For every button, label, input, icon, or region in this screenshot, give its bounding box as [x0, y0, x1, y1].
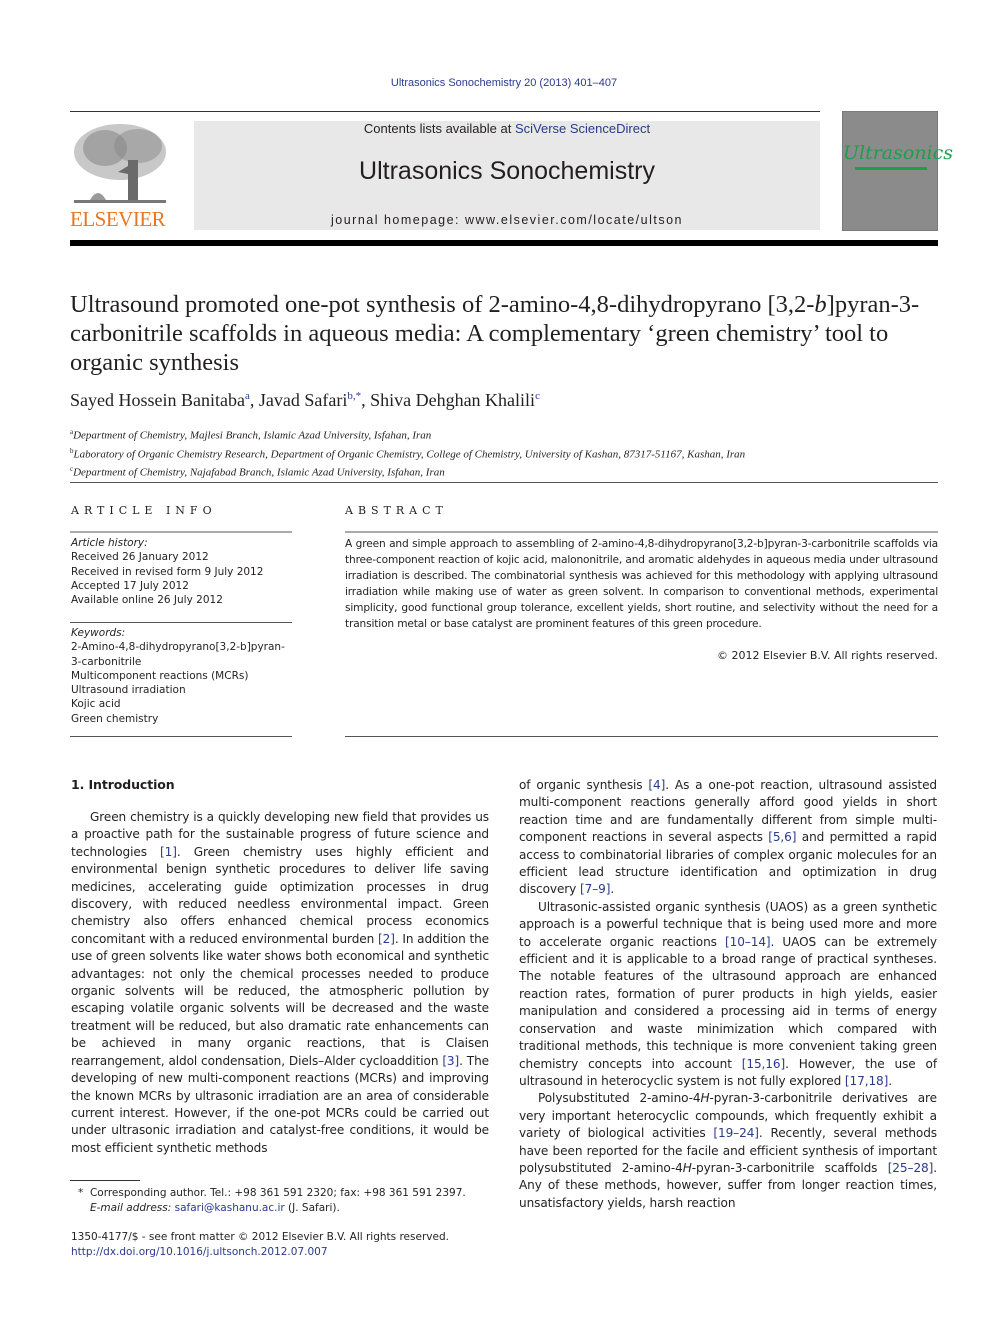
keyword: 2-Amino-4,8-dihydropyrano[3,2-b]pyran-3-…	[71, 641, 285, 668]
history-label: Article history:	[71, 537, 148, 549]
reference-link[interactable]: [2]	[378, 932, 395, 946]
email-link[interactable]: safari@kashanu.ac.ir	[175, 1202, 285, 1214]
page-footer: 1350-4177/$ - see front matter © 2012 El…	[71, 1230, 501, 1259]
section-heading: 1. Introduction	[71, 777, 175, 792]
abstract-text: A green and simple approach to assemblin…	[345, 538, 938, 630]
paragraph: Polysubstituted 2-amino-4H-pyran-3-carbo…	[519, 1090, 937, 1212]
abstract-copyright: © 2012 Elsevier B.V. All rights reserved…	[716, 649, 938, 662]
doi-link[interactable]: http://dx.doi.org/10.1016/j.ultsonch.201…	[71, 1246, 328, 1258]
text-run: . UAOS can be extremely efficient and it…	[519, 934, 937, 1071]
text-run: Polysubstituted 2-amino-4	[538, 1091, 701, 1106]
cover-title: Ultrasonics	[843, 142, 954, 164]
body-column-right: of organic synthesis [4]. As a one-pot r…	[519, 777, 937, 1212]
text-run: . In addition the use of green solvents …	[71, 931, 489, 1068]
author-affil-marker[interactable]: c	[535, 390, 540, 402]
sciencedirect-link[interactable]: SciVerse ScienceDirect	[515, 121, 650, 136]
keywords: Keywords: 2-Amino-4,8-dihydropyrano[3,2-…	[71, 626, 293, 726]
keyword: Kojic acid	[71, 698, 121, 711]
reference-link[interactable]: [15,16]	[742, 1057, 785, 1071]
footnote-rule	[70, 1180, 140, 1181]
text-run: . Green chemistry uses highly efficient …	[71, 844, 489, 946]
section-divider	[70, 482, 938, 483]
paragraph: of organic synthesis [4]. As a one-pot r…	[519, 777, 937, 899]
article-info-heading: ARTICLE INFO	[71, 504, 217, 517]
journal-name: Ultrasonics Sonochemistry	[359, 157, 655, 185]
author-name[interactable]: Sayed Hossein Banitaba	[70, 390, 245, 410]
header-thick-rule	[70, 240, 938, 246]
paragraphs: of organic synthesis [4]. As a one-pot r…	[519, 777, 937, 1212]
issn-line: 1350-4177/$ - see front matter © 2012 El…	[71, 1231, 449, 1243]
journal-homepage[interactable]: journal homepage: www.elsevier.com/locat…	[194, 213, 820, 227]
reference-link[interactable]: [1]	[160, 845, 177, 859]
author-affil-marker[interactable]: a	[245, 390, 250, 402]
paragraph: Green chemistry is a quickly developing …	[71, 809, 489, 1157]
abstract-heading: ABSTRACT	[345, 504, 448, 517]
divider	[70, 622, 292, 623]
text-run: .	[888, 1073, 892, 1088]
reference-link[interactable]: [10–14]	[725, 935, 771, 949]
reference-link[interactable]: [7–9]	[580, 882, 610, 896]
journal-masthead: Contents lists available at SciVerse Sci…	[194, 121, 820, 230]
author-name[interactable]: Shiva Dehghan Khalili	[370, 390, 535, 410]
header-rule	[70, 111, 820, 112]
article-history: Article history: Received 26 January 201…	[71, 536, 293, 607]
history-item: Received in revised form 9 July 2012	[71, 565, 264, 578]
keyword: Multicomponent reactions (MCRs)	[71, 669, 249, 682]
divider	[70, 531, 292, 533]
reference-link[interactable]: [3]	[442, 1054, 459, 1068]
reference-link[interactable]: [4]	[648, 778, 665, 792]
italic-text: H	[700, 1091, 710, 1106]
body-column-left: 1. Introduction Green chemistry is a qui…	[71, 777, 489, 1157]
keywords-label: Keywords:	[71, 627, 126, 639]
contents-line: Contents lists available at SciVerse Sci…	[363, 121, 651, 136]
reference-link[interactable]: [5,6]	[768, 830, 796, 844]
text-run: of organic synthesis	[519, 778, 649, 792]
journal-citation[interactable]: Ultrasonics Sonochemistry 20 (2013) 401–…	[0, 77, 992, 89]
text-run: . The developing of new multi-component …	[71, 1053, 489, 1155]
paragraphs: Green chemistry is a quickly developing …	[71, 809, 489, 1157]
history-item: Accepted 17 July 2012	[71, 579, 189, 592]
italic-text: H	[682, 1160, 692, 1175]
author-name[interactable]: Javad Safari	[259, 390, 347, 410]
author-list: Sayed Hossein Banitabaa, Javad Safarib,*…	[70, 390, 540, 410]
journal-cover-thumbnail[interactable]: Ultrasonics	[842, 111, 954, 231]
divider	[345, 736, 938, 737]
paragraph: Ultrasonic-assisted organic synthesis (U…	[519, 899, 937, 1090]
history-item: Received 26 January 2012	[71, 551, 209, 564]
tree-icon	[74, 124, 166, 203]
divider	[70, 736, 292, 737]
keyword: Ultrasound irradiation	[71, 684, 186, 697]
elsevier-logo: ELSEVIER	[70, 120, 172, 232]
text-run: -pyran-3-carbonitrile scaffolds	[691, 1160, 888, 1175]
corresponding-author-footnote: * Corresponding author. Tel.: +98 361 59…	[78, 1187, 466, 1214]
cover-bar	[855, 167, 927, 170]
affiliation: bLaboratory of Organic Chemistry Researc…	[70, 446, 746, 461]
history-item: Available online 26 July 2012	[71, 594, 223, 607]
text-run: .	[610, 882, 615, 897]
affiliations: aDepartment of Chemistry, Majlesi Branch…	[70, 425, 940, 481]
reference-link[interactable]: [17,18]	[845, 1074, 888, 1088]
article-title: Ultrasound promoted one-pot synthesis of…	[70, 291, 920, 376]
keyword: Green chemistry	[71, 712, 159, 725]
reference-link[interactable]: [19–24]	[713, 1126, 759, 1140]
affiliation: aDepartment of Chemistry, Majlesi Branch…	[70, 428, 432, 442]
author-affil-marker[interactable]: b,*	[347, 390, 361, 402]
divider	[345, 531, 938, 533]
reference-link[interactable]: [25–28]	[888, 1161, 934, 1175]
elsevier-wordmark: ELSEVIER	[70, 207, 166, 231]
affiliation: cDepartment of Chemistry, Najafabad Bran…	[70, 465, 445, 479]
